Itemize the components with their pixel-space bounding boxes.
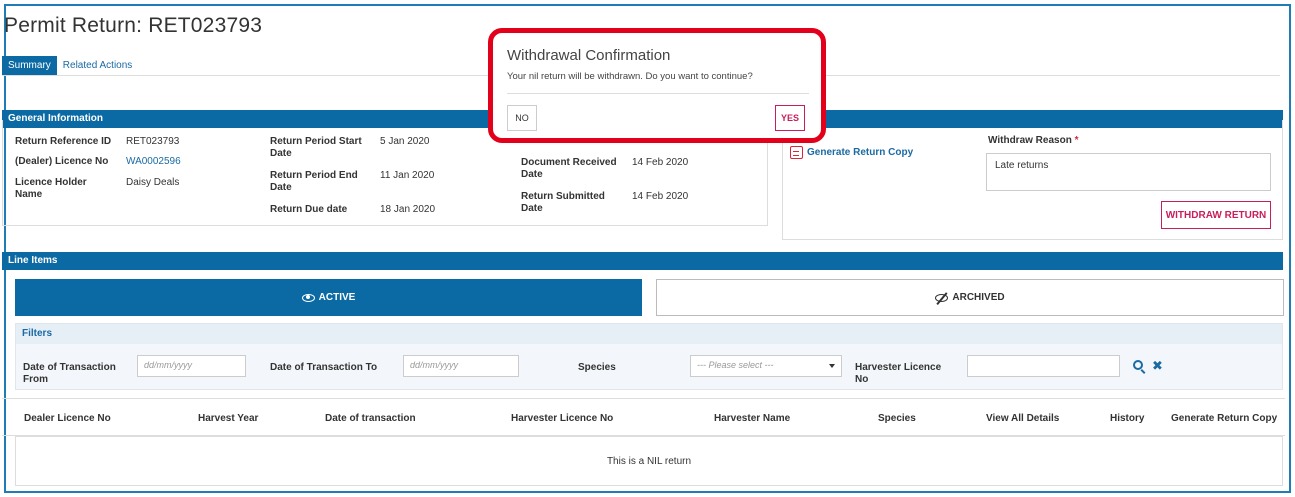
- period-start-value: 5 Jan 2020: [380, 136, 430, 147]
- eye-slash-icon: [935, 293, 949, 302]
- date-to-input[interactable]: dd/mm/yyyy: [403, 355, 519, 377]
- dialog-message: Your nil return will be withdrawn. Do yo…: [507, 71, 753, 82]
- return-reference-value: RET023793: [126, 136, 180, 147]
- due-date-label: Return Due date: [270, 204, 348, 215]
- return-submitted-value: 14 Feb 2020: [632, 191, 689, 202]
- document-received-value: 14 Feb 2020: [632, 157, 689, 168]
- withdrawal-confirmation-dialog: Withdrawal Confirmation Your nil return …: [488, 28, 826, 143]
- col-date-transaction: Date of transaction: [325, 413, 416, 424]
- date-from-input[interactable]: dd/mm/yyyy: [137, 355, 246, 377]
- clear-icon[interactable]: ✖: [1152, 359, 1163, 372]
- withdraw-reason-input[interactable]: Late returns: [986, 153, 1271, 191]
- generate-return-copy-link[interactable]: Generate Return Copy: [790, 146, 913, 159]
- col-harvester-licence: Harvester Licence No: [511, 413, 614, 424]
- filters-header: Filters: [16, 324, 1282, 344]
- search-icon[interactable]: [1133, 360, 1143, 370]
- period-start-label: Return Period Start Date: [270, 136, 362, 159]
- return-reference-label: Return Reference ID: [15, 136, 112, 147]
- dialog-title: Withdrawal Confirmation: [507, 47, 671, 64]
- col-harvest-year: Harvest Year: [198, 413, 259, 424]
- harvester-licence-input[interactable]: [967, 355, 1120, 377]
- no-button[interactable]: NO: [507, 105, 537, 131]
- generate-return-copy-label: Generate Return Copy: [807, 147, 914, 158]
- harvester-licence-label: Harvester Licence No: [855, 362, 942, 385]
- archived-toggle[interactable]: ARCHIVED: [656, 279, 1284, 316]
- date-from-label: Date of Transaction From: [23, 362, 116, 385]
- tab-bar: Summary Related Actions: [2, 56, 138, 75]
- licence-holder-value: Daisy Deals: [126, 177, 180, 188]
- withdraw-reason-label-text: Withdraw Reason: [988, 135, 1072, 146]
- withdraw-reason-label: Withdraw Reason *: [988, 135, 1079, 146]
- species-select-value: --- Please select ---: [697, 360, 774, 370]
- col-harvester-name: Harvester Name: [714, 413, 791, 424]
- col-species: Species: [878, 413, 916, 424]
- document-received-label: Document Received Date: [521, 157, 617, 180]
- col-generate-copy: Generate Return Copy: [1171, 413, 1278, 424]
- species-select[interactable]: --- Please select ---: [690, 355, 842, 377]
- chevron-down-icon: [829, 364, 835, 368]
- tab-related-actions[interactable]: Related Actions: [57, 56, 139, 75]
- table-header: [2, 398, 1285, 436]
- col-history: History: [1110, 413, 1145, 424]
- withdraw-return-button[interactable]: WITHDRAW RETURN: [1161, 201, 1271, 229]
- empty-table-message: This is a NIL return: [15, 436, 1283, 486]
- dialog-divider: [507, 93, 809, 94]
- period-end-label: Return Period End Date: [270, 170, 358, 193]
- yes-button[interactable]: YES: [775, 105, 805, 131]
- date-to-label: Date of Transaction To: [270, 362, 378, 373]
- page-title: Permit Return: RET023793: [4, 14, 263, 37]
- col-view-details: View All Details: [986, 413, 1060, 424]
- col-dealer-licence: Dealer Licence No: [24, 413, 111, 424]
- active-toggle-label: ACTIVE: [318, 292, 356, 303]
- species-label: Species: [578, 362, 616, 373]
- tab-summary[interactable]: Summary: [2, 56, 57, 75]
- required-marker: *: [1074, 135, 1079, 146]
- period-end-value: 11 Jan 2020: [380, 170, 435, 181]
- pdf-icon: [790, 146, 803, 159]
- archived-toggle-label: ARCHIVED: [952, 292, 1005, 303]
- dealer-licence-link[interactable]: WA0002596: [126, 156, 181, 168]
- licence-holder-label: Licence Holder Name: [15, 177, 87, 200]
- active-toggle[interactable]: ACTIVE: [15, 279, 642, 316]
- line-items-header: Line Items: [2, 252, 1283, 270]
- dealer-licence-label: (Dealer) Licence No: [15, 156, 109, 167]
- return-submitted-label: Return Submitted Date: [521, 191, 605, 214]
- eye-icon: [301, 293, 315, 302]
- due-date-value: 18 Jan 2020: [380, 204, 436, 215]
